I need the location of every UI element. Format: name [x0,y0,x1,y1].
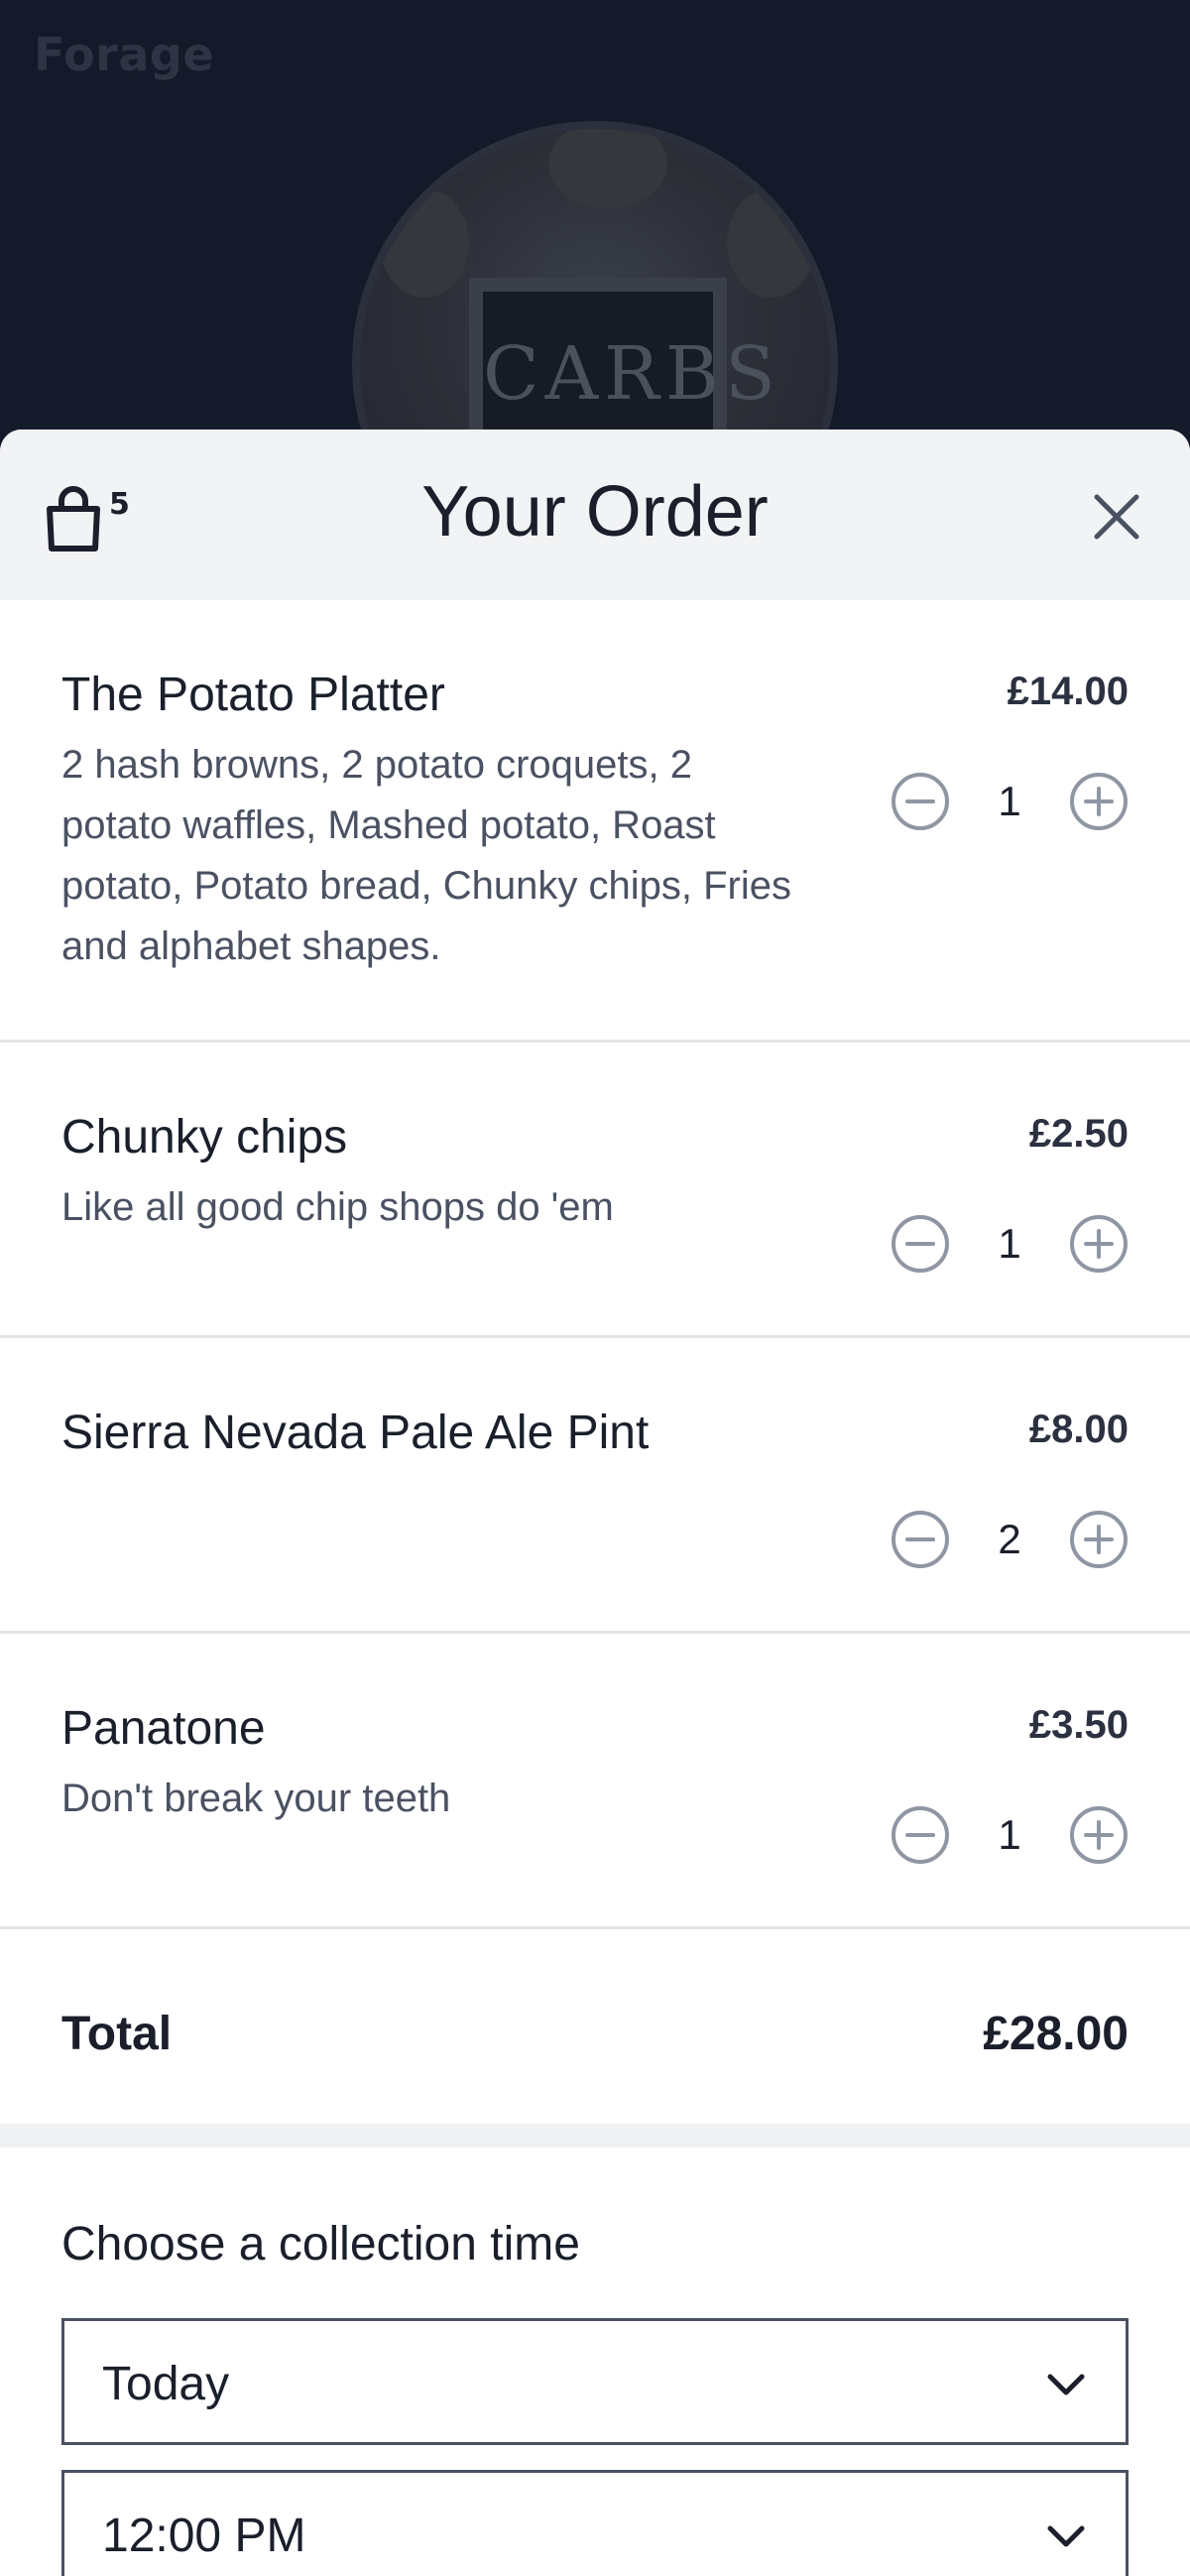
chevron-down-icon [1047,2374,1085,2395]
collection-time-select[interactable]: 12:00 PM [61,2470,1129,2576]
quantity-value: 1 [998,1220,1021,1267]
order-item: Panatone Don't break your teeth £3.50 1 [0,1634,1190,1929]
minus-circle-icon[interactable] [891,1214,950,1274]
quantity-stepper: 1 [891,1212,1129,1276]
quantity-stepper: 1 [891,770,1129,833]
plus-circle-icon[interactable] [1069,1510,1129,1569]
plus-circle-icon[interactable] [1069,1805,1129,1865]
quantity-stepper: 2 [891,1508,1129,1571]
item-price: £2.50 [1028,1112,1129,1156]
plus-circle-icon[interactable] [1069,1214,1129,1274]
item-description: Like all good chip shops do 'em [61,1185,614,1229]
chevron-down-icon [1047,2525,1085,2547]
minus-circle-icon[interactable] [891,1805,950,1865]
item-description: Don't break your teeth [61,1777,451,1820]
item-name: Sierra Nevada Pale Ale Pint [61,1407,650,1459]
item-price: £14.00 [1007,670,1129,713]
collection-day-value: Today [102,2358,230,2410]
item-name: Panatone [61,1702,266,1755]
minus-circle-icon[interactable] [891,1510,950,1569]
total-label: Total [61,2008,173,2060]
item-price: £3.50 [1028,1703,1129,1747]
item-description: 2 hash browns, 2 potato croquets, 2 pota… [61,743,791,968]
item-price: £8.00 [1028,1408,1129,1451]
collection-time-value: 12:00 PM [102,2510,306,2562]
section-divider [0,2124,1190,2147]
plus-circle-icon[interactable] [1069,772,1129,831]
collection-day-select[interactable]: Today [61,2318,1129,2445]
page-backdrop: Forage CARBS [0,0,1190,607]
quantity-value: 1 [998,1811,1021,1858]
quantity-value: 2 [998,1516,1021,1562]
item-name: Chunky chips [61,1111,348,1164]
total-value: £28.00 [983,2008,1129,2060]
collection-time-label: Choose a collection time [61,2218,580,2270]
order-sheet: 5 Your Order The Potato Platter 2 hash b… [0,429,1190,2576]
collection-time-section: Choose a collection time Today 12:00 PM [0,2147,1190,2576]
hero-chalkboard-text: CARBS [483,331,781,417]
order-item: The Potato Platter 2 hash browns, 2 pota… [0,600,1190,1043]
close-icon [1094,494,1139,540]
quantity-value: 1 [998,778,1021,824]
brand-logo: Forage [34,28,215,81]
minus-circle-icon[interactable] [891,772,950,831]
item-name: The Potato Platter [61,669,445,721]
quantity-stepper: 1 [891,1803,1129,1867]
order-item: Chunky chips Like all good chip shops do… [0,1043,1190,1338]
order-header: 5 Your Order [0,429,1190,600]
order-title: Your Order [421,472,769,552]
order-item: Sierra Nevada Pale Ale Pint £8.00 2 [0,1338,1190,1634]
close-button[interactable] [1087,487,1146,547]
order-total: Total £28.00 [0,1929,1190,2124]
